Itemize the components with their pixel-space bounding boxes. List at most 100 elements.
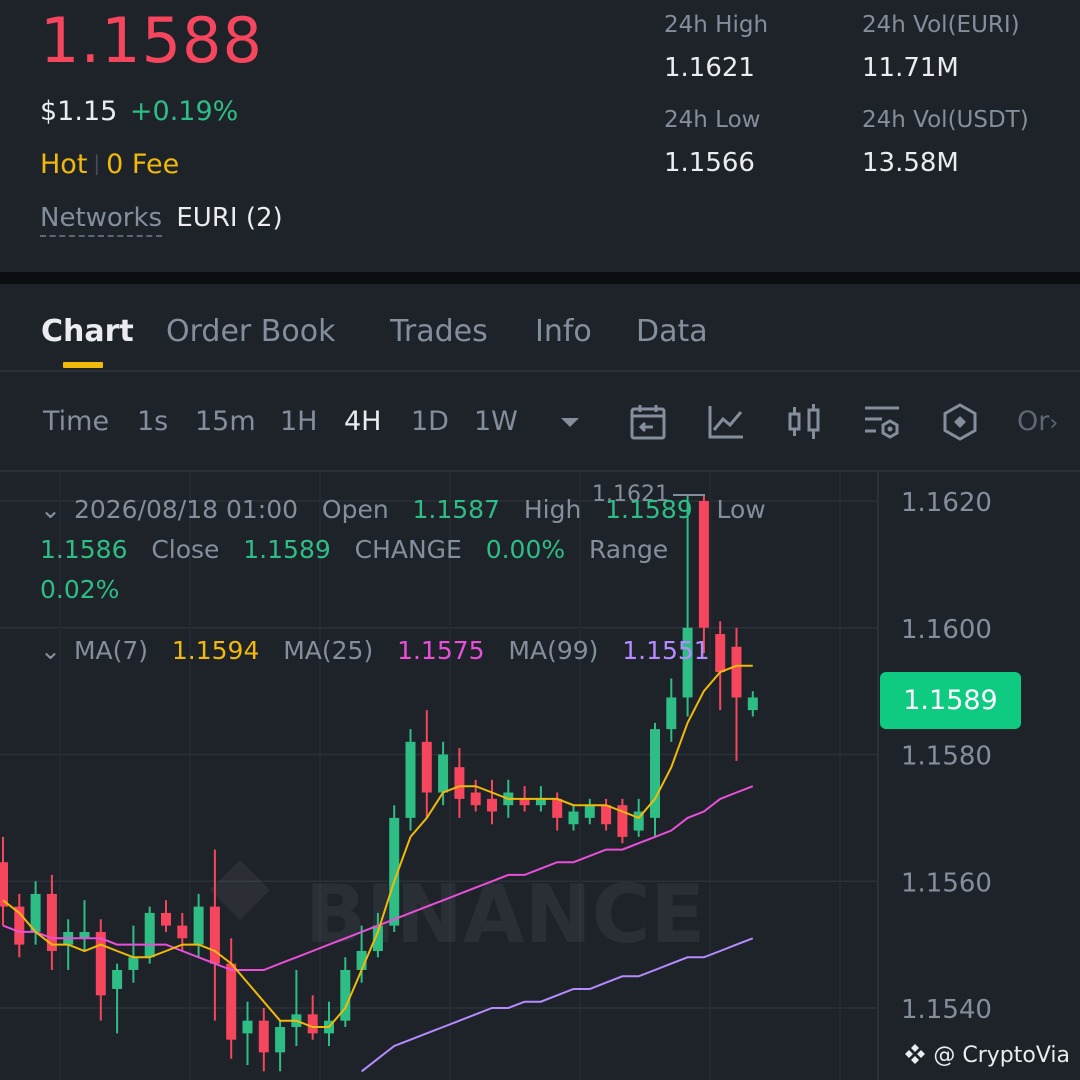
candle[interactable] <box>95 919 106 1021</box>
time-label[interactable]: Time <box>43 406 109 437</box>
tag-separator: | <box>93 151 101 175</box>
ohlc-legend-row-1: ⌄ 2026/08/18 01:00 Open 1.1587 High 1.15… <box>40 490 766 530</box>
candle[interactable] <box>601 798 612 831</box>
candle-body <box>112 969 123 989</box>
candle[interactable] <box>438 741 449 806</box>
binance-watermark: BINANCE <box>210 860 705 961</box>
stat-vol-quote-label: 24h Vol(USDT) <box>862 107 1029 133</box>
candle[interactable] <box>421 710 432 818</box>
indicator-icon[interactable] <box>706 402 746 442</box>
candle[interactable] <box>161 900 171 932</box>
candle-body <box>209 906 220 964</box>
tab-bar: Chart Order Book Trades Info Data <box>0 284 1080 372</box>
interval-1s[interactable]: 1s <box>137 406 168 437</box>
networks-label[interactable]: Networks <box>40 203 163 237</box>
candle[interactable] <box>584 798 595 825</box>
price-tick-label: 1.1560 <box>901 868 992 898</box>
current-price-tag: 1.1589 <box>880 672 1021 729</box>
candle-body <box>161 912 171 926</box>
candle-body <box>307 1014 318 1034</box>
candle[interactable] <box>79 900 90 951</box>
interval-1h[interactable]: 1H <box>280 406 317 437</box>
stat-high-value: 1.1621 <box>664 53 755 83</box>
ohlc-range-label: Range <box>588 535 669 564</box>
candle-body <box>666 697 677 730</box>
candle-body <box>584 805 595 818</box>
stat-vol-base-label: 24h Vol(EURI) <box>862 12 1020 38</box>
price-tick-label: 1.1620 <box>901 488 992 518</box>
candle[interactable] <box>226 938 237 1059</box>
interval-1d[interactable]: 1D <box>411 406 449 437</box>
candle[interactable] <box>112 963 123 1034</box>
hexagon-icon[interactable] <box>940 402 980 442</box>
candle[interactable] <box>307 995 318 1040</box>
networks-value: EURI (2) <box>176 203 283 233</box>
candle[interactable] <box>258 1008 269 1072</box>
candle-body <box>177 925 188 939</box>
candle[interactable] <box>487 779 497 825</box>
candle-body <box>438 754 449 793</box>
candle[interactable] <box>731 627 742 761</box>
zero-fee-tag[interactable]: 0 Fee <box>106 149 179 180</box>
tab-chart[interactable]: Chart <box>41 314 134 349</box>
networks-line[interactable]: Networks EURI (2) <box>40 203 283 237</box>
candle-body <box>454 767 465 799</box>
active-tab-indicator <box>63 362 103 368</box>
candle[interactable] <box>46 874 57 970</box>
price-axis: 1.1620 1.1600 1.1580 1.1560 1.1540 <box>901 488 992 1025</box>
interval-1w[interactable]: 1W <box>474 406 518 437</box>
section-divider <box>0 272 1080 284</box>
price-tick-label: 1.1600 <box>901 615 992 645</box>
candle[interactable] <box>617 798 628 844</box>
tag-line: Hot | 0 Fee <box>40 149 179 180</box>
ma-legend: ⌄ MA(7) 1.1594 MA(25) 1.1575 MA(99) 1.15… <box>40 636 710 665</box>
ohlc-legend-row-3: 0.02% <box>40 570 119 610</box>
candle[interactable] <box>14 893 25 958</box>
interval-15m[interactable]: 15m <box>195 406 256 437</box>
tab-info[interactable]: Info <box>535 314 592 349</box>
chevron-down-icon[interactable]: ⌄ <box>40 636 66 665</box>
ohlc-low-label: Low <box>716 495 766 524</box>
candle-body <box>242 1020 253 1034</box>
candle[interactable] <box>470 779 481 812</box>
calendar-icon[interactable] <box>628 402 668 442</box>
candle[interactable] <box>0 836 8 926</box>
candle[interactable] <box>193 893 204 958</box>
candle-body <box>226 963 237 1040</box>
ohlc-date: 2026/08/18 01:00 <box>73 495 299 524</box>
hot-tag[interactable]: Hot <box>40 149 87 180</box>
candle[interactable] <box>666 678 677 742</box>
candle[interactable] <box>747 691 758 717</box>
ohlc-close-label: Close <box>151 535 220 564</box>
ma25-value: 1.1575 <box>397 636 485 665</box>
interval-4h[interactable]: 4H <box>344 406 381 437</box>
ma99-value: 1.1551 <box>622 636 710 665</box>
candle[interactable] <box>275 1020 286 1072</box>
more-options[interactable]: Or› <box>1017 406 1058 437</box>
chevron-down-icon[interactable]: ⌄ <box>40 490 66 530</box>
candle[interactable] <box>340 957 351 1028</box>
candle[interactable] <box>454 748 465 818</box>
stat-low-label: 24h Low <box>664 107 761 133</box>
candle[interactable] <box>209 849 220 1021</box>
usd-price: $1.15 <box>40 96 118 127</box>
candle[interactable] <box>405 729 416 831</box>
candle-body <box>405 741 416 818</box>
settings-icon[interactable] <box>862 402 902 442</box>
watermark-text: BINANCE <box>305 868 705 961</box>
ma7-value: 1.1594 <box>171 636 260 665</box>
candle[interactable] <box>389 805 400 932</box>
candle-type-icon[interactable] <box>784 402 824 442</box>
candle[interactable] <box>128 925 139 983</box>
candle[interactable] <box>715 621 726 711</box>
usd-price-line: $1.15 +0.19% <box>40 96 238 127</box>
candle[interactable] <box>568 805 579 831</box>
candlestick-chart[interactable]: BINANCE 1.1620 1.1600 1.1580 1.1560 1.1540 1… <box>0 472 1080 1080</box>
tab-order-book[interactable]: Order Book <box>166 314 335 349</box>
tab-data[interactable]: Data <box>636 314 708 349</box>
candle[interactable] <box>650 722 660 837</box>
tab-trades[interactable]: Trades <box>390 314 488 349</box>
chevron-down-icon[interactable] <box>550 402 590 442</box>
candle-body <box>552 798 563 818</box>
candle[interactable] <box>242 1001 253 1066</box>
